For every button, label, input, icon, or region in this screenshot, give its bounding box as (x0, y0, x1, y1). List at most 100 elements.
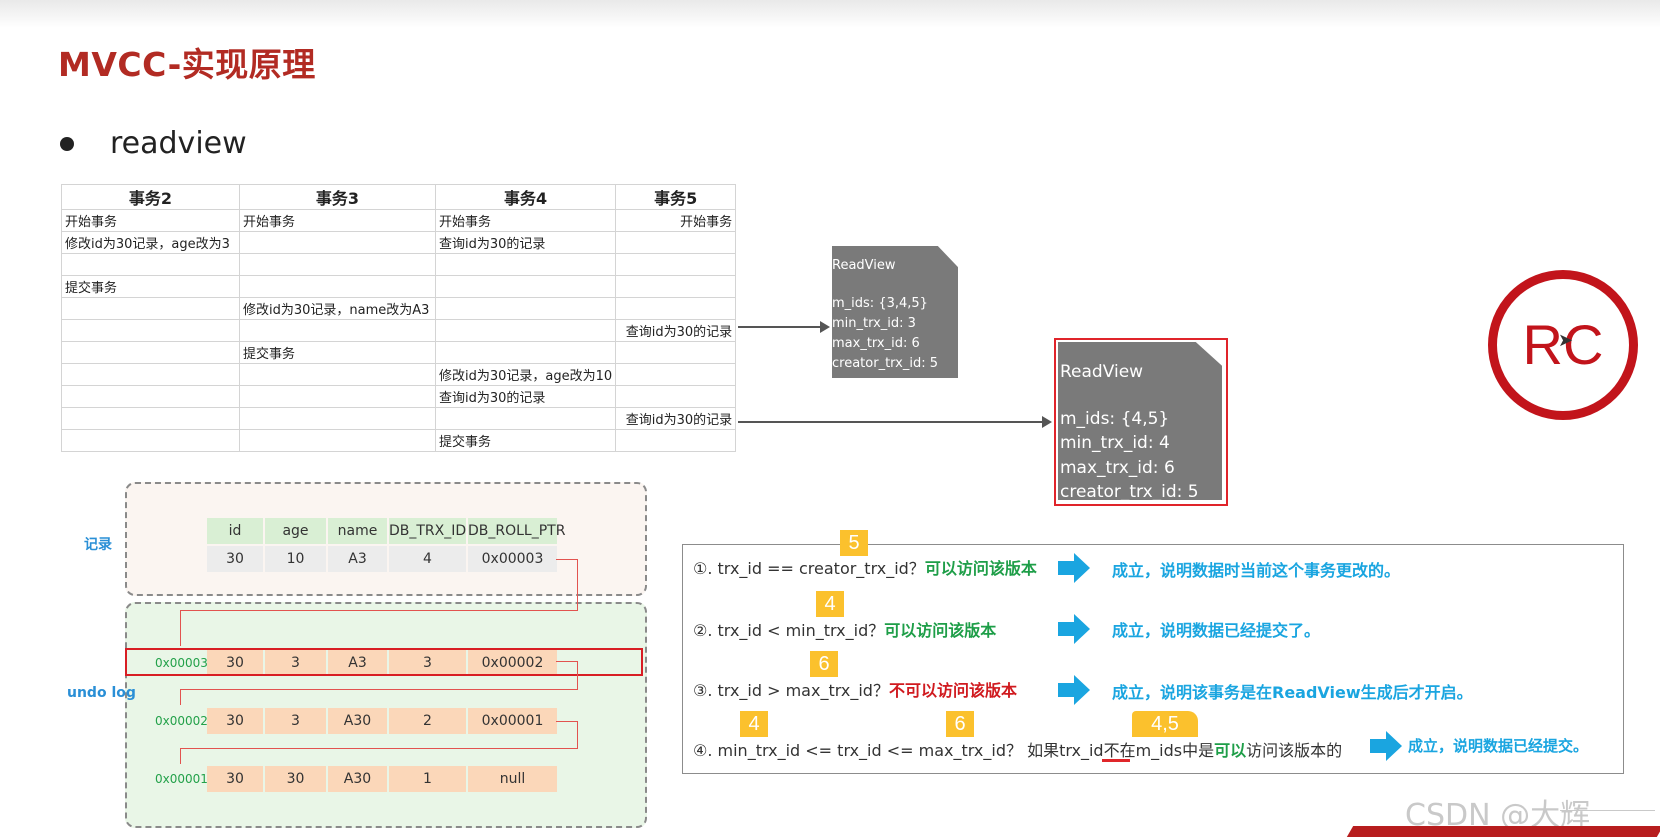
bullet-dot (60, 137, 74, 151)
tx-row: 提交事务 (61, 429, 737, 452)
arrow-right-icon (1370, 731, 1402, 761)
tx-cell (61, 253, 240, 276)
record-column-header: DB_ROLL_PTR (468, 518, 565, 544)
tx-header: 事务5 (615, 184, 737, 210)
tx-cell (239, 363, 436, 386)
pointer-line (180, 610, 181, 646)
record-cell: A3 (328, 546, 387, 572)
watermark-line (1560, 810, 1655, 811)
tx-cell (61, 429, 240, 452)
readview-m-ids: m_ids: {4,5} (1060, 408, 1170, 429)
rule3-result: 成立，说明该事务是在ReadView生成后才开启。 (1112, 683, 1473, 702)
readview-min-trx-id: min_trx_id: 4 (1060, 433, 1170, 453)
rule3-condition: ③. trx_id > max_trx_id？不可以访问该版本 (693, 681, 1017, 700)
tx-cell (239, 429, 436, 452)
tx-cell (239, 385, 436, 408)
arrow-right-icon (1058, 675, 1090, 705)
record-cell: 10 (265, 546, 326, 572)
tx-row: 查询id为30的记录 (61, 407, 737, 430)
tx-cell (61, 297, 240, 320)
tx-cell (434, 407, 617, 430)
rule1-result: 成立，说明数据时当前这个事务更改的。 (1112, 561, 1401, 580)
rule3-badge: 6 (810, 651, 838, 677)
rule2-badge: 4 (816, 591, 844, 617)
tx-header: 事务4 (434, 184, 617, 210)
readview-creator-trx-id: creator_trx_id: 5 (1060, 482, 1199, 502)
record-label: 记录 (84, 537, 112, 553)
tx-cell: 查询id为30的记录 (615, 407, 737, 430)
pointer-line (577, 661, 578, 689)
pointer-line (180, 689, 578, 690)
record-column-header: id (207, 518, 263, 544)
undo-log-cell: 30 (207, 708, 263, 734)
tx-cell (434, 319, 617, 342)
rule4-badge-mids: 4,5 (1132, 711, 1198, 737)
arrow-right-icon (1058, 553, 1090, 583)
transaction-table: 事务2 事务3 事务4 事务5 开始事务 开始事务 开始事务 开始事务 修改id为30记… (61, 184, 737, 452)
tx-cell: 查询id为30的记录 (615, 319, 737, 342)
tx-cell (434, 275, 617, 298)
readview-heading: ReadView (1060, 362, 1144, 382)
record-cell: 4 (389, 546, 466, 572)
tx-row: 修改id为30记录，name改为A3 (61, 297, 737, 320)
pointer-line (180, 748, 578, 749)
undo-log-cell: 30 (207, 766, 263, 792)
tx-cell (434, 253, 617, 276)
pointer-line (180, 610, 578, 611)
tx-cell: 开始事务 (61, 209, 240, 232)
mouse-cursor-icon: ➤ (1558, 330, 1574, 351)
tx-cell (615, 363, 737, 386)
arrow-right-icon (1058, 614, 1090, 644)
tx-cell: 提交事务 (239, 341, 436, 364)
undo-log-cell: 3 (265, 708, 326, 734)
undo-log-cell: A30 (328, 766, 387, 792)
tx-cell: 修改id为30记录，age改为3 (61, 231, 240, 254)
pointer-line (556, 559, 578, 560)
arrow-to-readview2 (738, 416, 1052, 428)
readview-heading: ReadView (832, 258, 896, 273)
tx-cell: 修改id为30记录，name改为A3 (239, 297, 436, 320)
undo-log-cell: 0x00001 (468, 708, 557, 734)
undo-log-cell: A30 (328, 708, 387, 734)
tx-cell (615, 297, 737, 320)
tx-cell (615, 253, 737, 276)
tx-row: 提交事务 (61, 341, 737, 364)
rule4-result: 成立，说明数据已经提交。 (1408, 737, 1589, 755)
rule1-badge: 5 (840, 530, 868, 556)
tx-cell (615, 275, 737, 298)
tx-cell (61, 319, 240, 342)
tx-cell (239, 275, 436, 298)
tx-row: 提交事务 (61, 275, 737, 298)
tx-cell (61, 341, 240, 364)
pointer-line (556, 661, 578, 662)
readview-card-1: ReadView m_ids: {3,4,5} min_trx_id: 3 ma… (832, 246, 958, 378)
tx-cell (434, 341, 617, 364)
bullet-text: readview (110, 126, 247, 161)
record-cell: 0x00003 (468, 546, 557, 572)
tx-row: 修改id为30记录，age改为3 查询id为30的记录 (61, 231, 737, 254)
readview-card-2-highlight: ReadView m_ids: {4,5} min_trx_id: 4 max_… (1054, 338, 1228, 506)
tx-cell (61, 407, 240, 430)
undo-log-address: 0x00002 (155, 714, 208, 728)
tx-cell (615, 231, 737, 254)
tx-cell: 提交事务 (434, 429, 617, 452)
record-cell: 30 (207, 546, 263, 572)
tx-cell (61, 363, 240, 386)
footer-red-bar (1346, 826, 1660, 837)
readview-max-trx-id: max_trx_id: 6 (1060, 457, 1175, 478)
pointer-line (556, 721, 578, 722)
undo-log-cell: 1 (389, 766, 466, 792)
record-column-header: name (328, 518, 387, 544)
undo-log-label: undo log (67, 685, 136, 701)
tx-cell: 开始事务 (434, 209, 617, 232)
tx-cell (434, 297, 617, 320)
tx-row: 开始事务 开始事务 开始事务 开始事务 (61, 209, 737, 232)
tx-cell: 修改id为30记录，age改为10 (434, 363, 617, 386)
rule4-badge-min: 4 (740, 711, 768, 737)
undo-log-cell: null (468, 766, 557, 792)
tx-cell: 提交事务 (61, 275, 240, 298)
tx-row: 查询id为30的记录 (61, 319, 737, 342)
readview-min-trx-id: min_trx_id: 3 (832, 316, 916, 331)
record-column-header: DB_TRX_ID (389, 518, 466, 544)
pointer-line (180, 748, 181, 764)
